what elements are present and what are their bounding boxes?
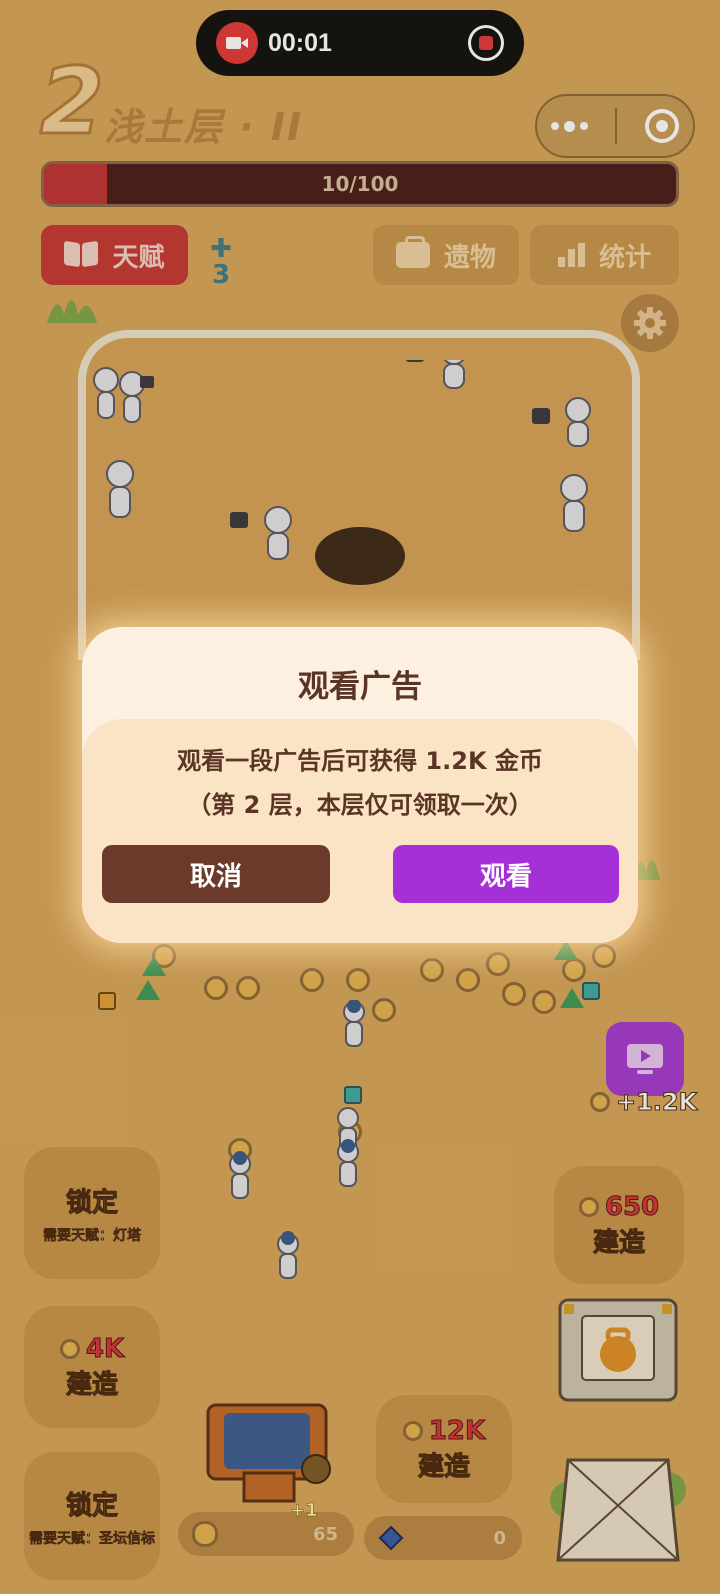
- watch-ad-dialog: 观看广告 观看一段广告后可获得 1.2K 金币 （第 2 层，本层仅可领取一次）…: [82, 627, 638, 943]
- watch-button[interactable]: 观看: [393, 845, 619, 903]
- dialog-title: 观看广告: [298, 669, 422, 705]
- cancel-button[interactable]: 取消: [102, 845, 330, 903]
- dialog-line-1: 观看一段广告后可获得 1.2K 金币: [177, 747, 543, 775]
- dialog-message: 观看一段广告后可获得 1.2K 金币 （第 2 层，本层仅可领取一次）: [82, 739, 638, 827]
- dialog-line-2: （第 2 层，本层仅可领取一次）: [187, 791, 533, 819]
- dialog-body: 观看一段广告后可获得 1.2K 金币 （第 2 层，本层仅可领取一次）: [82, 719, 638, 943]
